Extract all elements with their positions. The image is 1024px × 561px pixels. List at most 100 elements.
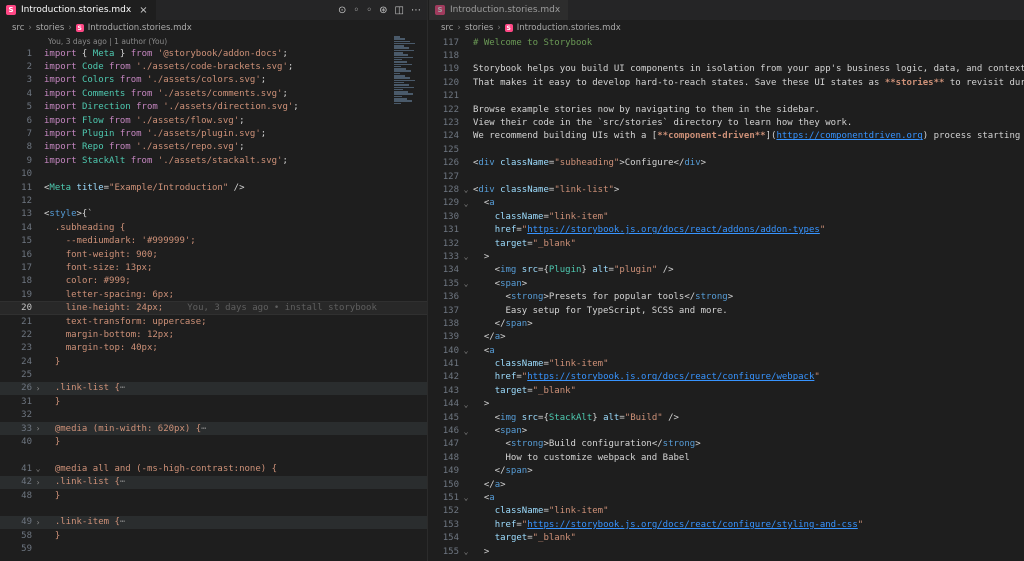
code-line[interactable]: 6 import Flow from './assets/flow.svg'; <box>0 114 427 127</box>
code-line[interactable]: 40 } <box>0 435 427 448</box>
breadcrumb-item[interactable]: stories <box>465 23 493 33</box>
code-line[interactable]: 138 </span> <box>429 317 1024 330</box>
more-actions-icon[interactable]: ⋯ <box>411 5 421 16</box>
breadcrumb-item[interactable]: Introduction.stories.mdx <box>517 23 621 33</box>
code-line[interactable]: 120 That makes it easy to develop hard-to… <box>429 76 1024 89</box>
code-line[interactable]: 150 </a> <box>429 478 1024 491</box>
code-line[interactable]: 122 Browse example stories now by navigat… <box>429 103 1024 116</box>
code-line[interactable]: 154 target="_blank" <box>429 531 1024 544</box>
fold-chevron-icon[interactable]: › <box>32 424 44 433</box>
code-line[interactable]: 3 import Colors from './assets/colors.svg… <box>0 74 427 87</box>
code-line[interactable]: 5 import Direction from './assets/directi… <box>0 101 427 114</box>
code-line[interactable]: 16 font-weight: 900; <box>0 248 427 261</box>
code-line[interactable]: 15 --mediumdark: '#999999'; <box>0 234 427 247</box>
split-editor-icon[interactable]: ◫ <box>395 5 404 16</box>
code-line[interactable]: 117 # Welcome to Storybook <box>429 36 1024 49</box>
code-line[interactable]: 58 } <box>0 529 427 542</box>
code-line[interactable]: 145 <img src={StackAlt} alt="Build" /> <box>429 411 1024 424</box>
code-line[interactable]: 135 ⌄ <span> <box>429 277 1024 290</box>
code-line[interactable]: 25 <box>0 368 427 381</box>
code-line[interactable]: 133 ⌄ > <box>429 250 1024 263</box>
fold-chevron-icon[interactable]: ⌄ <box>459 493 473 502</box>
code-line[interactable]: 131 href="https://storybook.js.org/docs/… <box>429 223 1024 236</box>
code-line[interactable]: 121 <box>429 90 1024 103</box>
code-line[interactable]: 17 font-size: 13px; <box>0 261 427 274</box>
code-line[interactable]: 146 ⌄ <span> <box>429 424 1024 437</box>
code-line[interactable]: 123 View their code in the `src/stories` … <box>429 116 1024 129</box>
fold-chevron-icon[interactable]: ⌄ <box>459 427 473 436</box>
code-line[interactable]: 139 </a> <box>429 331 1024 344</box>
close-icon[interactable]: × <box>139 5 147 16</box>
tab-introduction-stories[interactable]: S Introduction.stories.mdx × <box>0 0 156 20</box>
code-line[interactable] <box>0 502 427 515</box>
code-line[interactable]: 4 import Comments from './assets/comments… <box>0 87 427 100</box>
code-line[interactable]: 21 text-transform: uppercase; <box>0 315 427 328</box>
code-line[interactable]: 118 <box>429 49 1024 62</box>
code-line[interactable]: 129 ⌄ <a <box>429 197 1024 210</box>
code-line[interactable]: 22 margin-bottom: 12px; <box>0 328 427 341</box>
git-compare-icon[interactable]: ⊙ <box>338 5 346 16</box>
code-line[interactable]: 134 <img src={Plugin} alt="plugin" /> <box>429 264 1024 277</box>
code-line[interactable]: 119 Storybook helps you build UI componen… <box>429 63 1024 76</box>
code-line[interactable]: 23 margin-top: 40px; <box>0 342 427 355</box>
code-line[interactable]: 2 import Code from './assets/code-bracket… <box>0 60 427 73</box>
code-line[interactable]: 13 <style>{` <box>0 208 427 221</box>
fold-chevron-icon[interactable]: ⌄ <box>459 547 473 556</box>
tab-introduction-stories-right[interactable]: S Introduction.stories.mdx <box>429 0 569 20</box>
breadcrumb-item[interactable]: src <box>441 23 453 33</box>
code-line[interactable]: 153 href="https://storybook.js.org/docs/… <box>429 518 1024 531</box>
fold-chevron-icon[interactable]: › <box>32 518 44 527</box>
code-line[interactable]: 24 } <box>0 355 427 368</box>
code-line[interactable]: 147 <strong>Build configuration</strong> <box>429 438 1024 451</box>
code-line[interactable]: 18 color: #999; <box>0 275 427 288</box>
fold-chevron-icon[interactable]: › <box>32 384 44 393</box>
code-line[interactable]: 12 <box>0 194 427 207</box>
fold-chevron-icon[interactable]: ⌄ <box>459 279 473 288</box>
breadcrumb-item[interactable]: src <box>12 23 24 33</box>
code-line[interactable]: 31 } <box>0 395 427 408</box>
code-line[interactable]: 1 import { Meta } from '@storybook/addon-… <box>0 47 427 60</box>
code-line[interactable]: 141 className="link-item" <box>429 357 1024 370</box>
fold-chevron-icon[interactable]: ⌄ <box>32 464 44 473</box>
code-line[interactable]: 143 target="_blank" <box>429 384 1024 397</box>
breadcrumb-item[interactable]: Introduction.stories.mdx <box>88 23 192 33</box>
code-line[interactable]: 20 line-height: 24px; You, 3 days ago • i… <box>0 301 427 315</box>
code-line[interactable]: 9 import StackAlt from './assets/stackalt… <box>0 154 427 167</box>
code-line[interactable]: 132 target="_blank" <box>429 237 1024 250</box>
fold-chevron-icon[interactable]: ⌄ <box>459 185 473 194</box>
code-line[interactable]: 149 </span> <box>429 465 1024 478</box>
fold-chevron-icon[interactable]: › <box>32 478 44 487</box>
code-line[interactable]: 128 ⌄ <div className="link-list"> <box>429 183 1024 196</box>
code-line[interactable]: 148 How to customize webpack and Babel <box>429 451 1024 464</box>
code-line[interactable]: 152 className="link-item" <box>429 505 1024 518</box>
left-code-area[interactable]: 1 import { Meta } from '@storybook/addon-… <box>0 47 427 556</box>
code-line[interactable]: 144 ⌄ > <box>429 398 1024 411</box>
fold-chevron-icon[interactable]: ⌄ <box>459 199 473 208</box>
code-line[interactable]: 130 className="link-item" <box>429 210 1024 223</box>
code-line[interactable]: 151 ⌄ <a <box>429 491 1024 504</box>
code-line[interactable]: 41 ⌄ @media all and (-ms-high-contrast:no… <box>0 462 427 475</box>
code-line[interactable]: 136 <strong>Presets for popular tools</s… <box>429 290 1024 303</box>
code-line[interactable]: 42 › .link-list {⋯ <box>0 475 427 489</box>
timeline-icon[interactable]: ⊛ <box>379 5 387 16</box>
code-line[interactable]: 8 import Repo from './assets/repo.svg'; <box>0 141 427 154</box>
minimap[interactable] <box>394 36 416 106</box>
code-line[interactable]: 19 letter-spacing: 6px; <box>0 288 427 301</box>
code-line[interactable]: 10 <box>0 168 427 181</box>
fold-chevron-icon[interactable]: ⌄ <box>459 252 473 261</box>
fold-chevron-icon[interactable]: ⌄ <box>459 346 473 355</box>
code-line[interactable]: 7 import Plugin from './assets/plugin.svg… <box>0 127 427 140</box>
code-line[interactable]: 26 › .link-list {⋯ <box>0 381 427 396</box>
code-line[interactable]: 127 <box>429 170 1024 183</box>
code-line[interactable]: 155 ⌄ > <box>429 545 1024 558</box>
next-change-icon[interactable]: ◦ <box>366 5 372 16</box>
code-line[interactable]: 125 <box>429 143 1024 156</box>
code-line[interactable]: 11 <Meta title="Example/Introduction" /> <box>0 181 427 194</box>
codelens-authors[interactable]: You, 3 days ago | 1 author (You) <box>0 36 427 47</box>
code-line[interactable]: 142 href="https://storybook.js.org/docs/… <box>429 371 1024 384</box>
code-line[interactable]: 137 Easy setup for TypeScript, SCSS and … <box>429 304 1024 317</box>
code-line[interactable]: 126 <div className="subheading">Configure… <box>429 157 1024 170</box>
code-line[interactable]: 140 ⌄ <a <box>429 344 1024 357</box>
code-line[interactable]: 33 › @media (min-width: 620px) {⋯ <box>0 421 427 436</box>
code-line[interactable]: 14 .subheading { <box>0 221 427 234</box>
